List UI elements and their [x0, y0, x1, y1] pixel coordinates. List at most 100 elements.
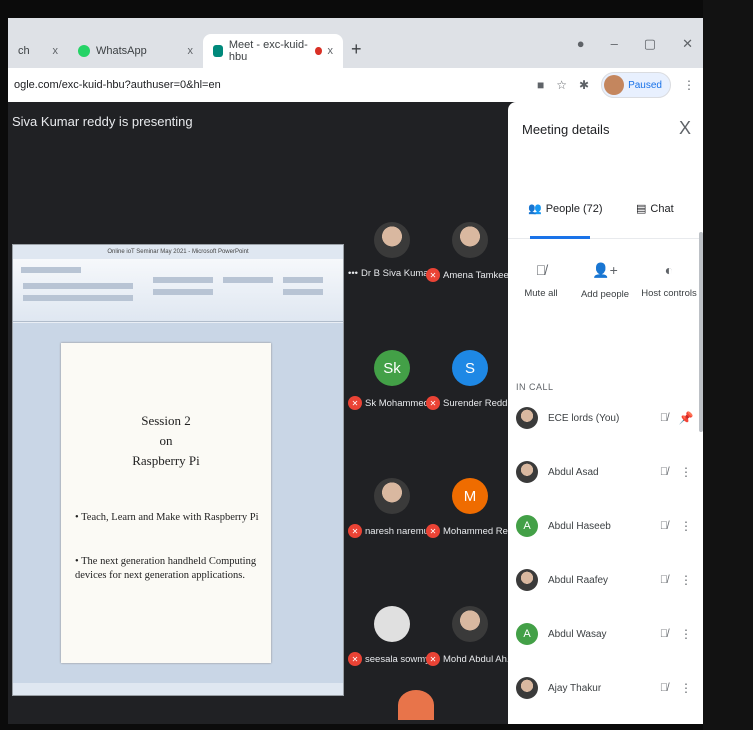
panel-tabs: 👥 People (72) ▤ Chat: [508, 192, 703, 239]
mic-off-icon: ✕: [348, 396, 362, 410]
avatar: M: [452, 478, 488, 514]
host-controls-label: Host controls: [641, 288, 697, 299]
mic-off-icon: 🎙̸: [535, 262, 547, 278]
mute-all-label: Mute all: [524, 288, 558, 299]
avatar: [604, 75, 625, 95]
host-controls-button[interactable]: ◐ Host controls: [638, 262, 700, 299]
tab-whatsapp[interactable]: WhatsApp x: [68, 34, 203, 68]
participant-tile[interactable]: S ✕ Surender Redd...: [426, 350, 516, 430]
avatar: [398, 690, 434, 720]
person-name: ECE lords (You): [548, 412, 620, 424]
mic-off-icon: 🎙̸: [659, 682, 669, 694]
person-name: Ajay Thakur: [548, 682, 602, 694]
meet-icon: [213, 45, 223, 57]
url-field[interactable]: ogle.com/exc-kuid-hbu?authuser=0&hl=en: [8, 79, 221, 91]
slide-heading-line: on: [159, 433, 173, 448]
more-options-icon[interactable]: ⋮: [676, 573, 696, 587]
avatar: Sk: [374, 350, 410, 386]
more-options-icon[interactable]: ⋮: [676, 681, 696, 695]
tab-label: WhatsApp: [96, 45, 147, 57]
participant-tile[interactable]: ✕ Mohd Abdul Ah...: [426, 606, 515, 686]
slide: Session 2 on Raspberry Pi • Teach, Learn…: [61, 343, 271, 663]
avatar: S: [452, 350, 488, 386]
profile-status: Paused: [628, 79, 662, 91]
avatar: [374, 222, 410, 258]
participant-name: ✕ Mohd Abdul Ah...: [426, 652, 518, 666]
participant-name-text: Mohd Abdul Ah...: [443, 653, 515, 665]
participant-name-text: Surender Redd...: [443, 397, 516, 409]
monitor-screen: ch x WhatsApp x Meet - exc-kuid-hbu x + …: [8, 18, 703, 724]
more-options-icon[interactable]: ⋮: [676, 519, 696, 533]
tab-label: ch: [18, 45, 30, 57]
tab-close-icon[interactable]: x: [53, 45, 59, 57]
minimize-icon[interactable]: –: [611, 36, 618, 52]
list-item[interactable]: ECE lords (You) 🎙̸ 📌: [516, 402, 696, 434]
mute-all-button[interactable]: 🎙̸ Mute all: [510, 262, 572, 299]
new-tab-button[interactable]: +: [343, 39, 372, 68]
slide-heading: Session 2 on Raspberry Pi: [61, 411, 271, 471]
participant-tile[interactable]: ✕ seesala sowmya: [348, 606, 435, 686]
mic-off-icon: ✕: [348, 524, 362, 538]
avatar: [516, 461, 538, 483]
close-window-icon[interactable]: ✕: [682, 36, 693, 52]
tab-people[interactable]: 👥 People (72): [528, 202, 603, 216]
list-item[interactable]: Abdul Asad 🎙̸ ⋮: [516, 456, 696, 488]
participant-tile[interactable]: Sk ✕ Sk Mohammed ...: [348, 350, 439, 430]
whatsapp-icon: [78, 45, 90, 57]
participant-tile[interactable]: ✕ Amena Tamkeen: [426, 222, 514, 302]
more-options-icon[interactable]: ⋮: [676, 465, 696, 479]
tab-label: Meet - exc-kuid-hbu: [228, 39, 308, 63]
star-icon[interactable]: ☆: [556, 78, 567, 92]
meet-stage: Siva Kumar reddy is presenting Online io…: [8, 102, 703, 724]
slide-bullet: • Teach, Learn and Make with Raspberry P…: [75, 512, 259, 523]
add-people-button[interactable]: 👤+ Add people: [574, 262, 636, 300]
avatar: [374, 606, 410, 642]
participant-name: ✕ Amena Tamkeen: [426, 268, 518, 282]
tab-close-icon[interactable]: x: [188, 45, 194, 57]
mic-off-icon: ✕: [426, 396, 440, 410]
slide-area: Session 2 on Raspberry Pi • Teach, Learn…: [13, 323, 343, 683]
more-options-icon[interactable]: ⋮: [676, 627, 696, 641]
person-name: Abdul Asad: [548, 466, 599, 478]
mic-off-icon: ✕: [426, 268, 440, 282]
extensions-icon[interactable]: ✱: [579, 78, 589, 92]
person-name: Abdul Haseeb: [548, 520, 611, 532]
list-item[interactable]: A Abdul Haseeb 🎙̸ ⋮: [516, 510, 696, 542]
slide-bullet-text: Teach, Learn and Make with Raspberry Pi: [81, 512, 259, 523]
list-item[interactable]: A Abdul Wasay 🎙̸ ⋮: [516, 618, 696, 650]
profile-button[interactable]: Paused: [601, 72, 671, 98]
presenting-banner: Siva Kumar reddy is presenting: [12, 114, 193, 129]
slide-bullet-text: The next generation handheld Computing d…: [75, 556, 257, 581]
avatar: [516, 569, 538, 591]
list-item[interactable]: Abdul Raafey 🎙̸ ⋮: [516, 564, 696, 596]
tab-previous[interactable]: ch x: [8, 34, 68, 68]
mic-off-icon: 🎙̸: [659, 574, 669, 586]
menu-icon[interactable]: ⋮: [683, 78, 695, 92]
pin-icon[interactable]: 📌: [676, 411, 696, 425]
address-bar: ogle.com/exc-kuid-hbu?authuser=0&hl=en ■…: [8, 68, 703, 103]
participant-name-text: Amena Tamkeen: [443, 269, 515, 281]
mic-off-icon: 🎙̸: [659, 628, 669, 640]
camera-icon[interactable]: ■: [537, 78, 544, 92]
shared-screen: Online ioT Seminar May 2021 - Microsoft …: [12, 244, 344, 696]
avatar: [452, 222, 488, 258]
tab-meet[interactable]: Meet - exc-kuid-hbu x: [203, 34, 343, 68]
maximize-icon[interactable]: ▢: [644, 36, 656, 52]
avatar: A: [516, 515, 538, 537]
participant-tile[interactable]: M ✕ Mohammed Re...: [426, 478, 516, 558]
slide-heading-line: Raspberry Pi: [132, 453, 200, 468]
tab-chat[interactable]: ▤ Chat: [636, 202, 674, 216]
chat-icon: ▤: [636, 203, 647, 215]
participant-tile[interactable]: ••• Dr B Siva Kuma...: [348, 222, 436, 302]
in-call-label: IN CALL: [516, 382, 554, 392]
more-options-icon[interactable]: •••: [348, 268, 358, 279]
toolbar-icons: ■ ☆ ✱ Paused ⋮: [537, 72, 703, 98]
active-tab-indicator: [530, 236, 590, 239]
account-icon[interactable]: ●: [577, 36, 585, 52]
participant-tile[interactable]: ✕ naresh naremulla: [348, 478, 438, 558]
close-icon[interactable]: X: [679, 118, 691, 139]
mic-off-icon: ✕: [426, 524, 440, 538]
list-item[interactable]: Ajay Thakur 🎙̸ ⋮: [516, 672, 696, 704]
avatar: [374, 478, 410, 514]
tab-close-icon[interactable]: x: [328, 45, 334, 57]
